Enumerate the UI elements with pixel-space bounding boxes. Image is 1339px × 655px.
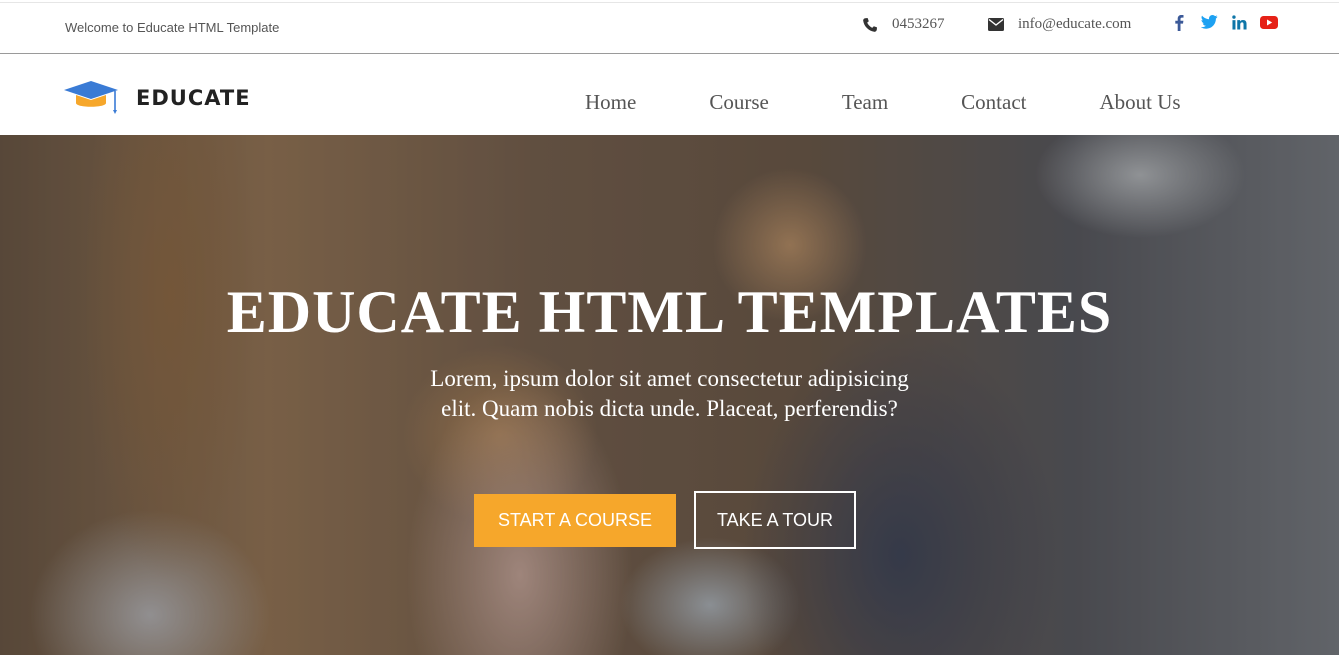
hero-banner: EDUCATE HTML TEMPLATES Lorem, ipsum dolo… [0,135,1339,655]
nav-contact[interactable]: Contact [961,90,1026,115]
phone-number: 0453267 [892,16,945,32]
email-contact[interactable]: info@educate.com [988,16,1131,33]
graduation-cap-icon [64,81,118,114]
brand-logo[interactable]: EDUCATE [64,81,251,115]
email-address: info@educate.com [1018,16,1132,32]
envelope-icon [988,18,1004,31]
facebook-icon[interactable] [1170,13,1188,31]
take-tour-button[interactable]: TAKE A TOUR [694,491,856,549]
nav-menu: Home Course Team Contact About Us [585,90,1181,115]
twitter-icon[interactable] [1200,13,1218,31]
start-course-button[interactable]: START A COURSE [474,494,676,547]
welcome-text: Welcome to Educate HTML Template [65,20,280,35]
phone-contact[interactable]: 0453267 [862,16,945,33]
nav-home[interactable]: Home [585,90,636,115]
youtube-icon[interactable] [1260,13,1278,31]
hero-title: EDUCATE HTML TEMPLATES [226,279,1113,345]
social-links [1170,13,1290,31]
main-navbar: EDUCATE Home Course Team Contact About U… [0,55,1339,135]
nav-team[interactable]: Team [842,90,888,115]
hero-subtitle: Lorem, ipsum dolor sit amet consectetur … [0,364,1339,424]
hero-subtitle-line-1: Lorem, ipsum dolor sit amet consectetur … [430,366,909,391]
phone-icon [863,17,877,32]
linkedin-icon[interactable] [1230,13,1248,31]
brand-name: EDUCATE [136,86,251,110]
top-bar: Welcome to Educate HTML Template 0453267… [0,2,1339,54]
nav-about-us[interactable]: About Us [1100,90,1181,115]
hero-subtitle-line-2: elit. Quam nobis dicta unde. Placeat, pe… [441,396,898,421]
nav-course[interactable]: Course [709,90,769,115]
